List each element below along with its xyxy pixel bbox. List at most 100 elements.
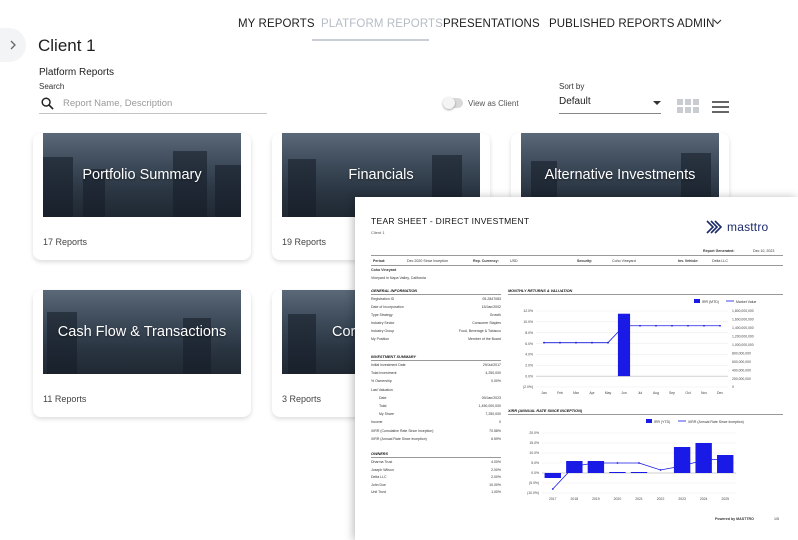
x-tick-label: Aug — [653, 391, 659, 395]
vehicle-label: Inv. Vehicle: — [678, 259, 699, 263]
table-row-value: Consumer Staples — [472, 321, 501, 325]
line-point — [638, 462, 640, 464]
page-title: Client 1 — [38, 36, 96, 55]
legend-swatch-bar — [646, 419, 652, 423]
entity-location: Vineyard in Napa Valley, California — [371, 276, 426, 280]
sort-value: Default — [559, 96, 591, 107]
general-info-heading: GENERAL INFORMATION — [371, 289, 418, 293]
vehicle-value: Delta LLC — [712, 259, 728, 263]
table-row-value: 6.59% — [491, 436, 501, 441]
report-card-portfolio-summary[interactable]: Portfolio Summary 17 Reports — [33, 133, 251, 260]
y2-tick-label: 600,000,000 — [732, 360, 751, 364]
search-input[interactable] — [63, 97, 253, 109]
table-row-value: 70.58% — [489, 428, 501, 433]
x-tick-label: Nov — [701, 391, 707, 395]
sort-label: Sort by — [559, 82, 585, 91]
nav-platform-reports[interactable]: PLATFORM REPORTS — [321, 18, 443, 30]
bar — [630, 472, 648, 473]
y2-tick-label: 1,600,000,000 — [732, 318, 754, 322]
table-row-value: 29/Jul/2017 — [482, 363, 501, 367]
report-generated-label: Report Generated: — [703, 249, 735, 253]
table-row-label: % Ownership — [371, 379, 392, 384]
toggle-knob — [443, 97, 455, 109]
search-icon — [41, 96, 54, 110]
table-row-label: Dharma Trust — [371, 460, 393, 464]
y-tick-label: 8.0% — [525, 331, 533, 335]
line-point — [616, 462, 619, 464]
divider — [371, 294, 501, 295]
line-point — [659, 469, 662, 471]
card-report-count: 19 Reports — [282, 237, 327, 247]
sort-select[interactable]: Default — [559, 94, 661, 114]
security-value: Coho Vineyard — [612, 259, 636, 263]
nav-admin[interactable]: ADMIN — [677, 18, 715, 30]
line-point — [623, 324, 625, 327]
chevron-down-icon[interactable] — [713, 17, 722, 28]
table-row-value: 1.00% — [491, 490, 501, 494]
table-row-value: 7,250,000 — [485, 412, 501, 417]
table-row-value: 4,250,000 — [485, 371, 501, 376]
bar — [695, 443, 712, 473]
table-row-label: Income — [371, 420, 383, 425]
toggle-track[interactable] — [443, 97, 463, 109]
table-row-label: My Position — [371, 337, 390, 341]
y2-tick-label: 1,000,000,000 — [732, 343, 754, 347]
bar — [609, 472, 626, 473]
line-point — [573, 465, 576, 467]
legend-label: XIRR (Annual Rate Since Inception) — [688, 420, 744, 424]
nav-published-reports[interactable]: PUBLISHED REPORTS — [549, 18, 674, 30]
y-tick-label: 20.0% — [529, 431, 539, 435]
table-row-value: 0 — [499, 420, 501, 425]
nav-my-reports[interactable]: MY REPORTS — [238, 18, 315, 30]
x-tick-label: Sep — [669, 391, 675, 395]
line-point — [559, 341, 561, 344]
bar — [673, 447, 691, 473]
x-tick-label: Jul — [638, 391, 643, 395]
x-tick-label: Feb — [557, 391, 563, 395]
x-tick-label: 2021 — [635, 497, 643, 501]
chevron-right-icon — [10, 40, 16, 50]
x-tick-label: Mar — [573, 391, 580, 395]
list-view-icon[interactable] — [712, 101, 729, 113]
divider — [371, 265, 783, 266]
table-row-value: 0.00% — [491, 379, 501, 384]
y-tick-label: 2.0% — [525, 363, 533, 367]
line-point — [551, 488, 554, 490]
card-title: Portfolio Summary — [82, 167, 202, 183]
monthly-chart-title: MONTHLY RETURNS & VALUATION — [508, 289, 573, 293]
y2-tick-label: 200,000,000 — [732, 377, 751, 381]
grid-view-icon[interactable] — [677, 99, 699, 114]
table-row-value: 09/Jan/2023 — [481, 395, 501, 400]
line-point — [724, 458, 727, 460]
x-tick-label: 2023 — [678, 497, 686, 501]
bar — [566, 461, 583, 473]
table-row-label: XIRR (Annual Rate Since Inception) — [371, 436, 427, 441]
nav-presentations[interactable]: PRESENTATIONS — [443, 18, 540, 30]
line-point — [703, 324, 705, 327]
report-generated-date: Dec 10, 2023 — [753, 249, 775, 253]
line-point — [591, 341, 593, 344]
x-tick-label: 2022 — [657, 497, 665, 501]
table-row-value: 15/Jan/2002 — [481, 305, 501, 309]
y-tick-label: 6.0% — [525, 342, 533, 346]
x-tick-label: Apr — [589, 391, 595, 395]
x-tick-label: 2017 — [549, 497, 557, 501]
table-row-label: Registration ID — [371, 297, 395, 301]
y-tick-label: 10.0% — [523, 320, 533, 324]
table-row-value: 10.00% — [489, 482, 501, 487]
table-row-value: Food, Beverage & Tobacco — [458, 329, 501, 333]
tearsheet-preview[interactable]: TEAR SHEET - DIRECT INVESTMENT Client 1 … — [355, 197, 798, 540]
legend-label: IRR (YTD) — [654, 420, 670, 424]
card-image: Portfolio Summary — [43, 133, 241, 217]
table-row-label: John Doe — [371, 482, 386, 487]
table-row-label: Total Investment — [371, 371, 397, 376]
table-row-label: XIRR (Cumulative Rate Since Inception) — [371, 428, 434, 433]
y-tick-label: 0.0% — [525, 374, 533, 378]
report-card-cash-flow-transactions[interactable]: Cash Flow & Transactions 11 Reports — [33, 290, 251, 417]
powered-by: Powered by MASTTRO — [715, 517, 754, 521]
y2-tick-label: 1,400,000,000 — [732, 326, 754, 330]
line-point — [702, 459, 705, 461]
view-as-client-toggle[interactable]: View as Client — [443, 97, 519, 109]
legend-swatch-bar — [694, 299, 700, 303]
table-row-value: 4.00% — [491, 460, 501, 464]
